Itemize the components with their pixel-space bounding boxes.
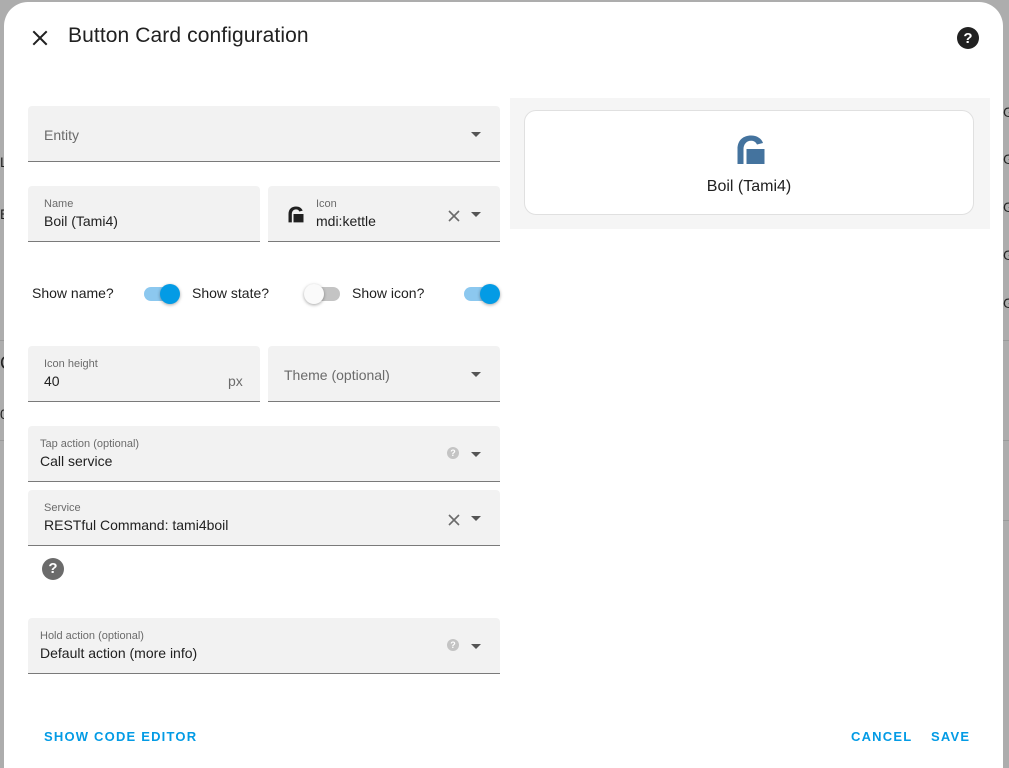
icon-height-label: Icon height — [44, 358, 98, 370]
help-icon[interactable]: ? — [447, 447, 459, 459]
card-preview-panel: Boil (Tami4) — [510, 98, 990, 229]
dropdown-arrow-icon[interactable] — [471, 644, 481, 649]
hold-action-select[interactable]: Hold action (optional) Default action (m… — [28, 618, 500, 674]
icon-value[interactable]: mdi:kettle — [316, 213, 376, 229]
show-name-label: Show name? — [32, 285, 114, 301]
button-card-config-dialog: Button Card configuration ? Entity Name … — [4, 2, 1003, 768]
show-code-editor-button[interactable]: SHOW CODE EDITOR — [44, 729, 197, 744]
dropdown-arrow-icon[interactable] — [471, 516, 481, 521]
theme-select[interactable]: Theme (optional) — [268, 346, 500, 402]
dropdown-arrow-icon[interactable] — [471, 372, 481, 377]
theme-label: Theme (optional) — [284, 367, 390, 383]
icon-height-value[interactable]: 40 — [44, 373, 60, 389]
hold-action-label: Hold action (optional) — [40, 630, 144, 642]
service-field[interactable]: Service RESTful Command: tami4boil — [28, 490, 500, 546]
name-label: Name — [44, 198, 74, 210]
tap-action-select[interactable]: Tap action (optional) Call service ? — [28, 426, 500, 482]
tap-action-label: Tap action (optional) — [40, 438, 140, 450]
show-icon-toggle[interactable] — [462, 282, 500, 306]
svg-text:?: ? — [963, 30, 972, 47]
tap-action-value: Call service — [40, 453, 113, 469]
show-icon-label: Show icon? — [352, 285, 425, 301]
preview-name: Boil (Tami4) — [706, 178, 792, 195]
help-circle-icon[interactable]: ? — [956, 26, 980, 50]
button-card-preview[interactable]: Boil (Tami4) — [524, 110, 974, 215]
show-state-toggle[interactable] — [304, 282, 342, 306]
show-state-label: Show state? — [192, 285, 270, 301]
dropdown-arrow-icon[interactable] — [471, 452, 481, 457]
hold-action-value: Default action (more info) — [40, 645, 198, 661]
service-help-icon[interactable]: ? — [42, 558, 64, 580]
entity-select[interactable]: Entity — [28, 106, 500, 162]
service-label: Service — [44, 502, 81, 514]
icon-picker-field[interactable]: Icon mdi:kettle — [268, 186, 500, 242]
kettle-icon — [286, 204, 306, 224]
icon-height-unit: px — [228, 373, 243, 389]
close-icon[interactable] — [28, 26, 52, 50]
clear-icon[interactable] — [447, 513, 461, 527]
entity-label: Entity — [44, 127, 80, 143]
service-value[interactable]: RESTful Command: tami4boil — [44, 517, 228, 533]
dropdown-arrow-icon[interactable] — [471, 132, 481, 137]
dialog-title: Button Card configuration — [68, 24, 309, 47]
icon-height-field[interactable]: Icon height 40 px — [28, 346, 260, 402]
clear-icon[interactable] — [447, 209, 461, 223]
name-field[interactable]: Name Boil (Tami4) — [28, 186, 260, 242]
name-value[interactable]: Boil (Tami4) — [44, 213, 118, 229]
kettle-icon — [733, 131, 769, 167]
save-button[interactable]: SAVE — [931, 729, 970, 744]
cancel-button[interactable]: CANCEL — [851, 729, 912, 744]
help-icon[interactable]: ? — [447, 639, 459, 651]
icon-label: Icon — [316, 198, 337, 210]
show-name-toggle[interactable] — [142, 282, 180, 306]
dropdown-arrow-icon[interactable] — [471, 212, 481, 217]
